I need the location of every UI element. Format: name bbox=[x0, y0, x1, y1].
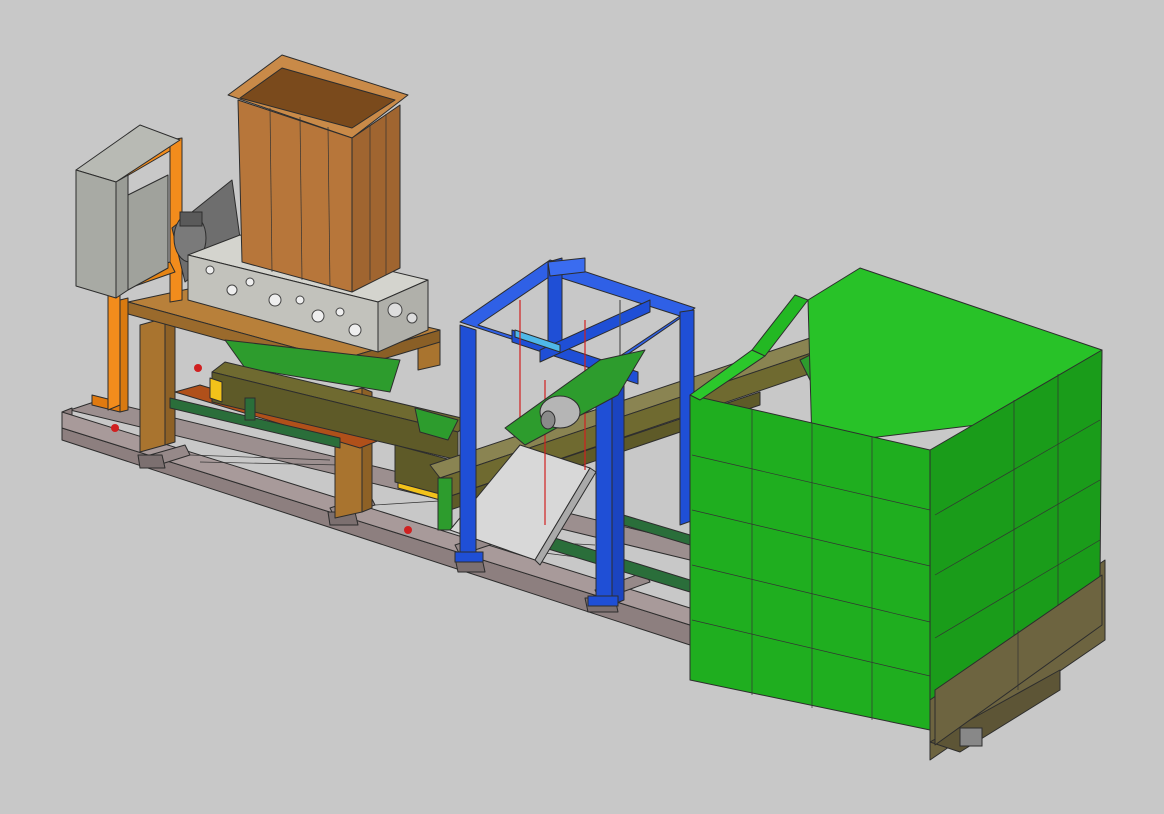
cad-assembly-view bbox=[0, 0, 1164, 814]
hopper bbox=[227, 54, 409, 293]
container bbox=[689, 267, 1106, 761]
assembly-drawing bbox=[61, 54, 1106, 761]
